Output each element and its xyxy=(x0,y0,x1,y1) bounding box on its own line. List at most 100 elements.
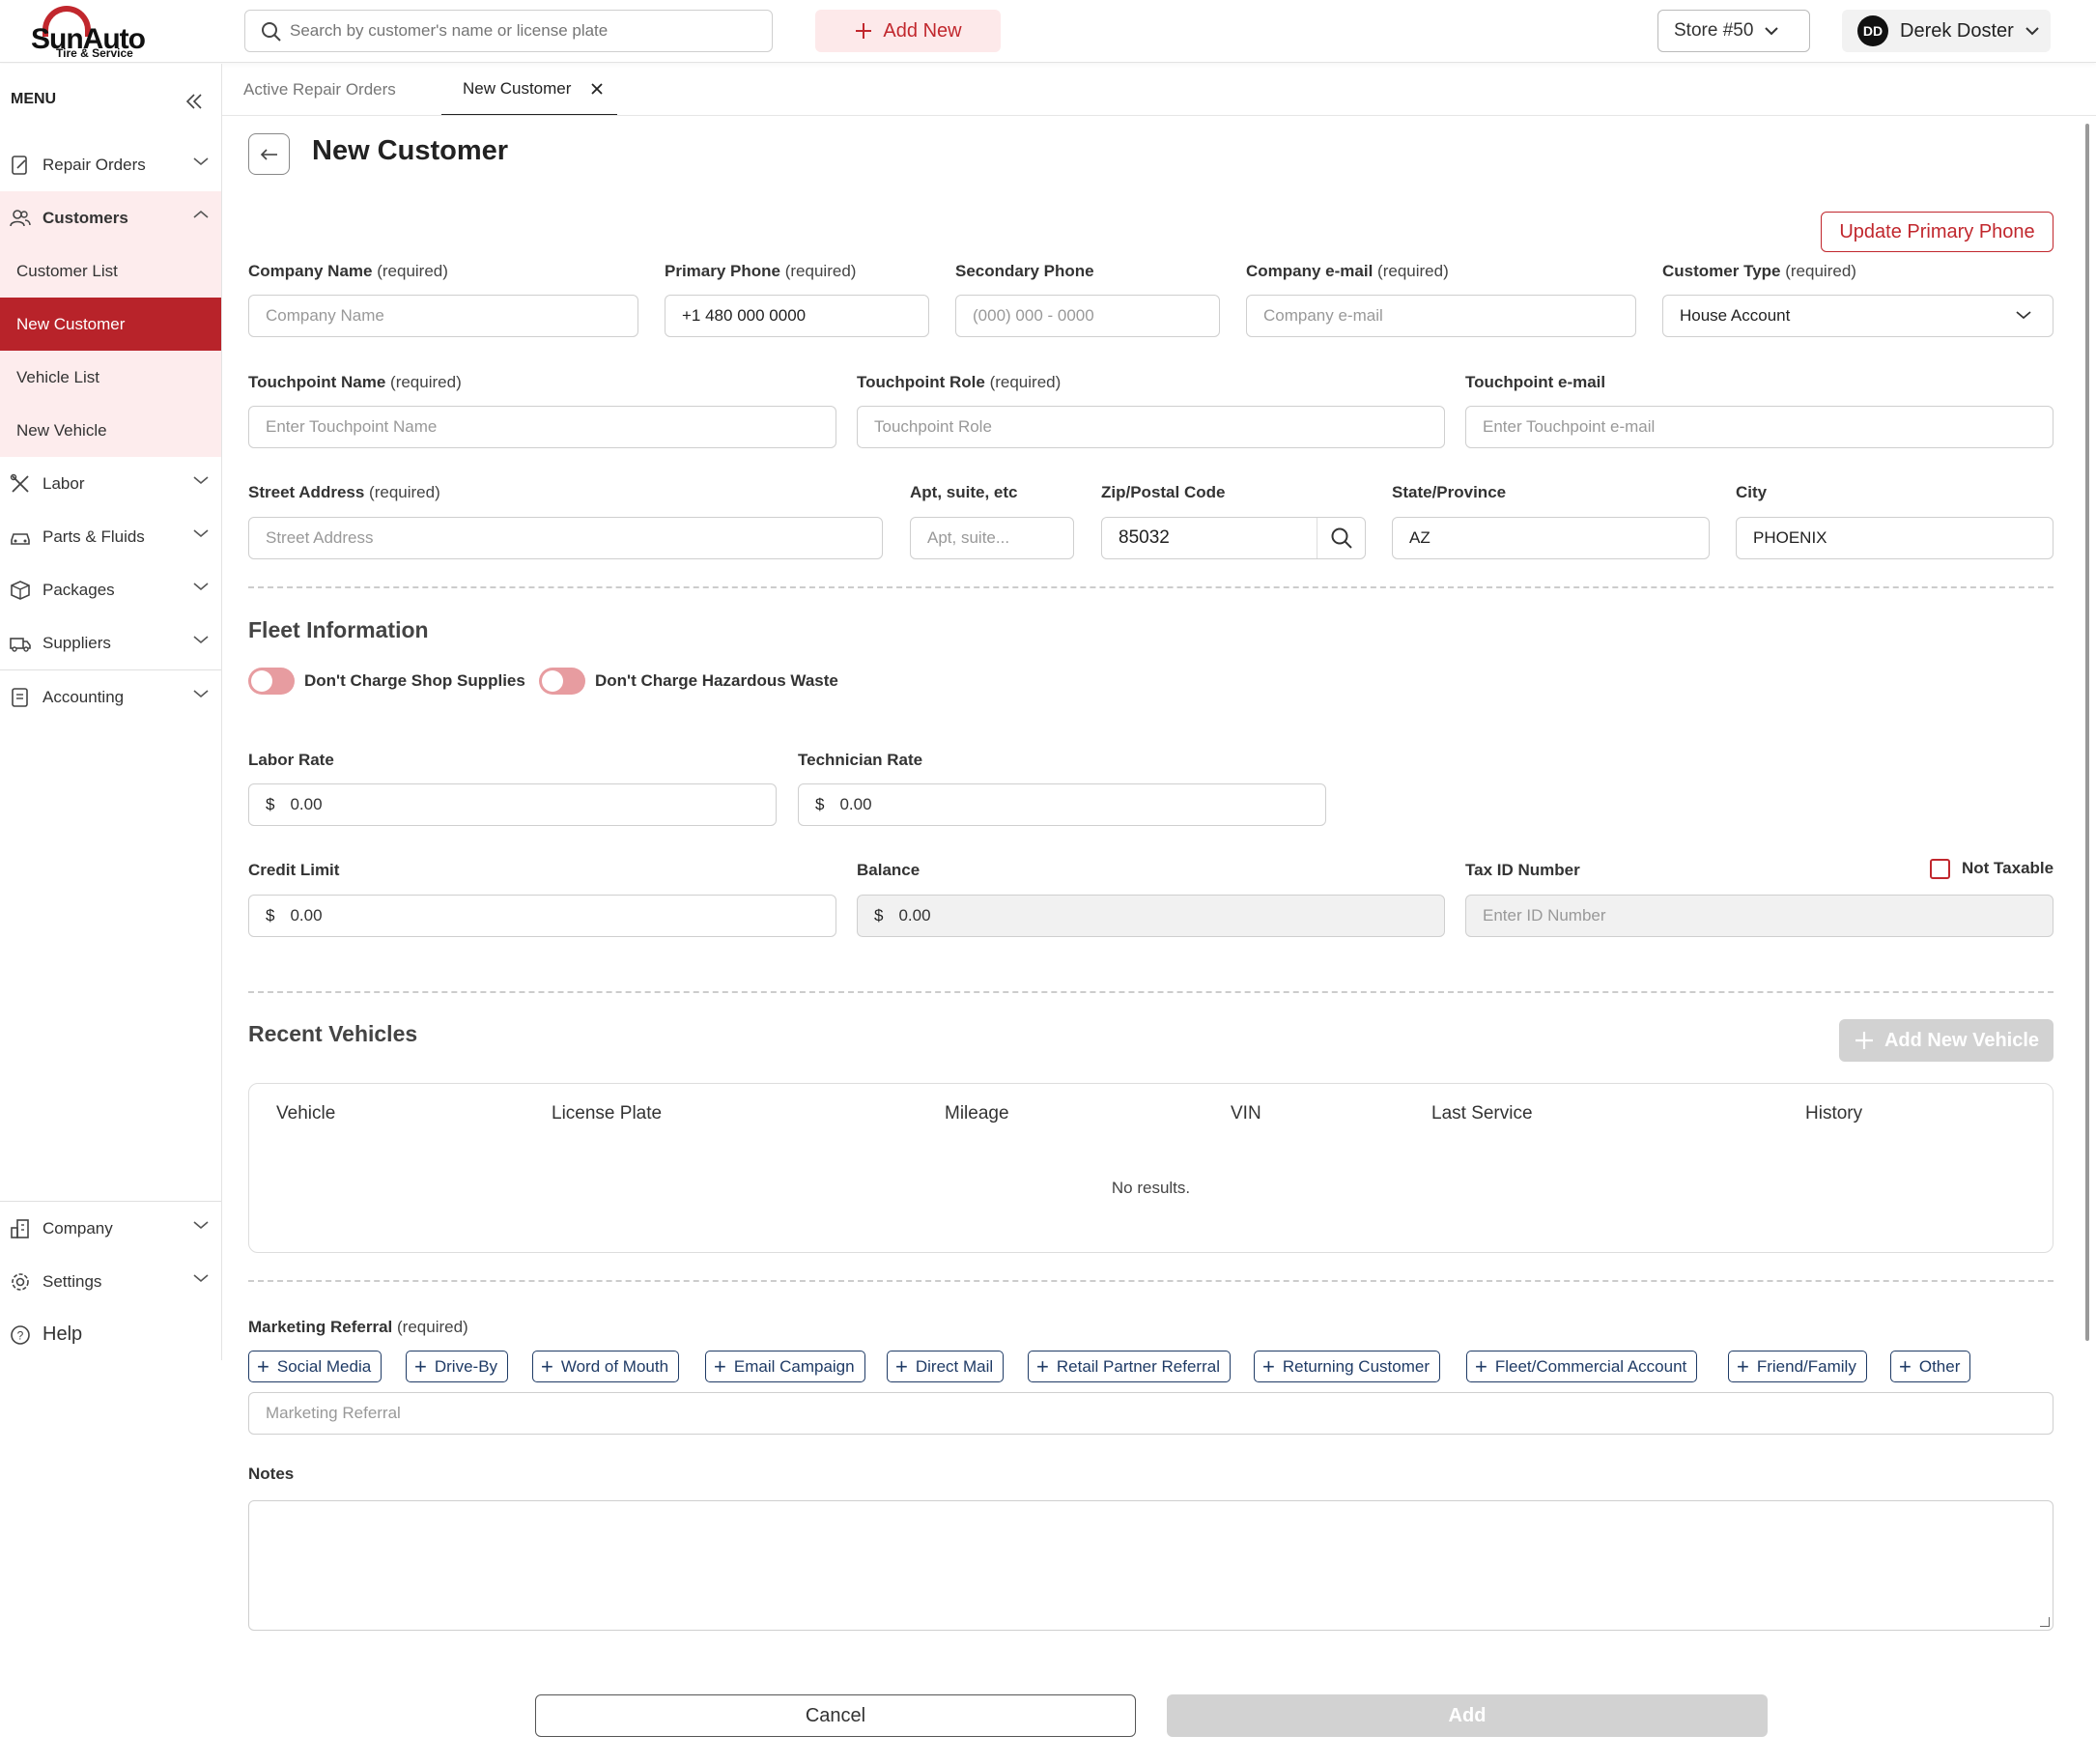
city-field[interactable]: PHOENIX xyxy=(1736,517,2054,559)
label-text: Street Address xyxy=(248,483,365,501)
touchpoint-name-field[interactable]: Enter Touchpoint Name xyxy=(248,406,836,448)
sidebar-subitem-vehicle-list[interactable]: Vehicle List xyxy=(0,351,221,404)
customer-type-select[interactable]: House Account xyxy=(1662,295,2054,337)
touchpoint-role-field[interactable]: Touchpoint Role xyxy=(857,406,1445,448)
required-marker: (required) xyxy=(377,262,448,280)
add-button[interactable]: Add xyxy=(1167,1694,1768,1737)
notes-textarea[interactable] xyxy=(248,1500,2054,1631)
referral-chip-word-of-mouth[interactable]: + Word of Mouth xyxy=(532,1351,680,1382)
sidebar-item-suppliers[interactable]: Suppliers xyxy=(0,616,221,669)
sidebar-item-customers[interactable]: Customers xyxy=(0,191,221,244)
sidebar-subitem-new-customer[interactable]: New Customer xyxy=(0,298,221,351)
referral-chip-drive-by[interactable]: + Drive-By xyxy=(406,1351,509,1382)
sidebar-item-company[interactable]: Company xyxy=(0,1202,221,1255)
section-divider xyxy=(248,1280,2054,1282)
sidebar-item-parts-fluids[interactable]: Parts & Fluids xyxy=(0,510,221,563)
labor-rate-field[interactable]: $ 0.00 xyxy=(248,783,777,826)
apt-field[interactable]: Apt, suite... xyxy=(910,517,1074,559)
sidebar-item-label: Repair Orders xyxy=(42,155,146,174)
label-text: Marketing Referral xyxy=(248,1318,393,1336)
column-header[interactable]: Vehicle xyxy=(276,1103,335,1124)
state-field[interactable]: AZ xyxy=(1392,517,1710,559)
technician-rate-value: 0.00 xyxy=(839,795,872,813)
sidebar-item-settings[interactable]: Settings xyxy=(0,1255,221,1308)
user-menu[interactable]: DD Derek Doster xyxy=(1842,10,2051,52)
label-text: Company Name xyxy=(248,262,373,280)
cancel-button[interactable]: Cancel xyxy=(535,1694,1136,1737)
touchpoint-email-field[interactable]: Enter Touchpoint e-mail xyxy=(1465,406,2054,448)
plus-icon: + xyxy=(714,1353,726,1379)
sidebar-subitem-new-vehicle[interactable]: New Vehicle xyxy=(0,404,221,457)
sidebar-item-repair-orders[interactable]: Repair Orders xyxy=(0,138,221,191)
secondary-phone-label: Secondary Phone xyxy=(955,262,1094,280)
sidebar-item-label: Customers xyxy=(42,208,128,227)
company-name-field[interactable]: Company Name xyxy=(248,295,638,337)
referral-chip-friend-family[interactable]: + Friend/Family xyxy=(1728,1351,1867,1382)
fleet-information-heading: Fleet Information xyxy=(248,617,429,642)
zip-search-button[interactable] xyxy=(1317,518,1365,558)
sidebar-item-labor[interactable]: Labor xyxy=(0,457,221,510)
page-scrollbar[interactable] xyxy=(2085,124,2089,1341)
primary-phone-field[interactable]: +1 480 000 0000 xyxy=(665,295,929,337)
update-primary-phone-button[interactable]: Update Primary Phone xyxy=(1821,212,2054,252)
plus-icon: + xyxy=(1737,1353,1749,1379)
referral-chip-retail-partner[interactable]: + Retail Partner Referral xyxy=(1028,1351,1231,1382)
close-icon[interactable] xyxy=(590,82,604,96)
balance-value: 0.00 xyxy=(898,906,931,925)
tab-new-customer[interactable]: New Customer xyxy=(441,64,617,116)
not-taxable-checkbox[interactable] xyxy=(1930,859,1950,879)
touchpoint-email-label: Touchpoint e-mail xyxy=(1465,373,1606,391)
search-input[interactable] xyxy=(290,16,753,45)
column-header[interactable]: Mileage xyxy=(945,1103,1009,1124)
sidebar-subitem-customer-list[interactable]: Customer List xyxy=(0,244,221,298)
hazardous-waste-label: Don't Charge Hazardous Waste xyxy=(595,671,838,690)
sidebar-item-packages[interactable]: Packages xyxy=(0,563,221,616)
plus-icon: + xyxy=(1899,1353,1912,1379)
plus-icon: + xyxy=(1262,1353,1275,1379)
sunauto-logo[interactable]: SunAuto Tire & Service xyxy=(31,6,147,60)
street-address-field[interactable]: Street Address xyxy=(248,517,883,559)
sidebar-item-accounting[interactable]: Accounting xyxy=(0,670,221,724)
currency-symbol: $ xyxy=(266,906,275,925)
credit-limit-field[interactable]: $ 0.00 xyxy=(248,895,836,937)
referral-chip-email-campaign[interactable]: + Email Campaign xyxy=(705,1351,865,1382)
shop-supplies-toggle[interactable] xyxy=(248,668,295,695)
referral-chip-returning-customer[interactable]: + Returning Customer xyxy=(1254,1351,1440,1382)
back-button[interactable] xyxy=(248,133,290,175)
referral-chip-social-media[interactable]: + Social Media xyxy=(248,1351,382,1382)
tools-icon xyxy=(10,473,29,493)
add-new-vehicle-button[interactable]: Add New Vehicle xyxy=(1839,1019,2054,1062)
hazardous-waste-toggle[interactable] xyxy=(539,668,585,695)
chevron-down-icon xyxy=(193,157,209,166)
secondary-phone-field[interactable]: (000) 000 - 0000 xyxy=(955,295,1220,337)
column-header[interactable]: License Plate xyxy=(552,1103,662,1124)
company-email-field[interactable]: Company e-mail xyxy=(1246,295,1636,337)
chevron-down-icon xyxy=(2016,311,2031,320)
chip-label: Fleet/Commercial Account xyxy=(1494,1356,1687,1376)
sidebar-item-label: Accounting xyxy=(42,687,125,706)
zip-field[interactable]: 85032 xyxy=(1101,517,1366,559)
tab-label: New Customer xyxy=(463,79,572,98)
technician-rate-field[interactable]: $ 0.00 xyxy=(798,783,1326,826)
add-new-button[interactable]: Add New xyxy=(815,10,1001,52)
tab-active-repair-orders[interactable]: Active Repair Orders xyxy=(243,64,396,116)
apt-label: Apt, suite, etc xyxy=(910,483,1018,501)
label-text: Touchpoint Name xyxy=(248,373,386,391)
referral-chip-other[interactable]: + Other xyxy=(1890,1351,1971,1382)
marketing-referral-field[interactable]: Marketing Referral xyxy=(248,1392,2054,1435)
collapse-sidebar-icon[interactable] xyxy=(185,93,203,110)
referral-chip-fleet-commercial[interactable]: + Fleet/Commercial Account xyxy=(1466,1351,1698,1382)
chevron-down-icon xyxy=(193,583,209,591)
chevron-down-icon xyxy=(193,636,209,644)
section-divider xyxy=(248,586,2054,588)
column-header[interactable]: VIN xyxy=(1231,1103,1261,1124)
global-search[interactable] xyxy=(244,10,773,52)
referral-chip-direct-mail[interactable]: + Direct Mail xyxy=(887,1351,1005,1382)
chip-label: Word of Mouth xyxy=(560,1356,669,1376)
store-selector[interactable]: Store #50 xyxy=(1657,10,1810,52)
resize-handle-icon[interactable] xyxy=(2040,1617,2050,1627)
sidebar-item-help[interactable]: ? Help xyxy=(0,1308,221,1361)
labor-rate-value: 0.00 xyxy=(290,795,323,813)
column-header[interactable]: Last Service xyxy=(1431,1103,1533,1124)
column-header[interactable]: History xyxy=(1805,1103,1862,1124)
